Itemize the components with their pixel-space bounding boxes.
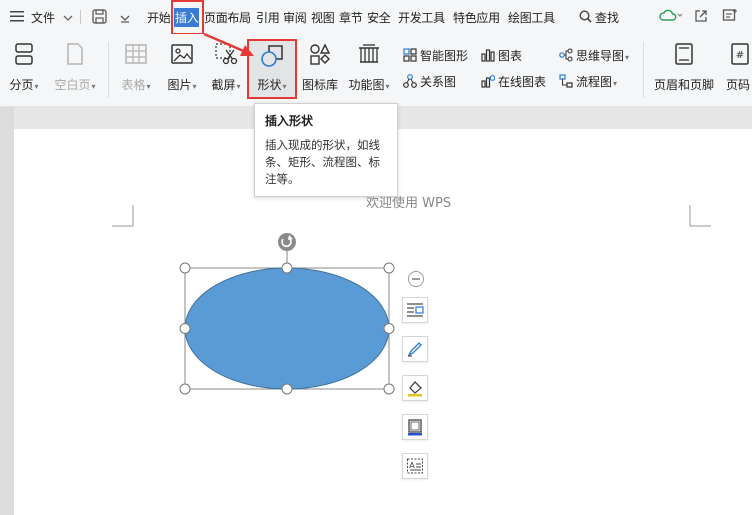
picture-icon (171, 44, 193, 64)
header-footer-icon (675, 43, 693, 65)
relation-chart-button[interactable]: 关系图 (403, 73, 456, 91)
blank-page-button[interactable]: 空白页▾ (50, 34, 100, 106)
ribbon-toolbar: 分页▾ 空白页▾ 表格▾ 图片▾ 截屏▾ 形状▾ 图标库 功能图▾ 智能图形 关… (0, 34, 752, 107)
text-wrap-icon (407, 303, 424, 317)
quick-access-dropdown-icon[interactable] (120, 12, 130, 26)
blank-page-label: 空白页 (54, 78, 91, 92)
header-footer-button[interactable]: 页眉和页脚 (651, 34, 717, 106)
online-chart-button[interactable]: 在线图表 (481, 73, 546, 91)
save-icon[interactable] (92, 9, 107, 27)
screenshot-label: 截屏 (211, 78, 236, 92)
collapse-minus-icon[interactable] (407, 270, 425, 288)
pointer-arrow-icon (203, 32, 254, 56)
shape-tooltip: 插入形状 插入现成的形状，如线条、矩形、流程图、标注等。 (254, 103, 398, 197)
page-break-label: 分页 (9, 78, 34, 92)
share-icon[interactable] (694, 9, 708, 26)
text-wrap-tool[interactable] (402, 297, 428, 323)
page-number-icon: # (731, 43, 749, 65)
bar-chart-icon (481, 49, 495, 62)
picture-button[interactable]: 图片▾ (162, 34, 202, 106)
function-chart-label: 功能图 (348, 78, 385, 92)
pen-icon (407, 342, 422, 357)
relation-chart-label: 关系图 (420, 75, 457, 89)
online-chart-icon (481, 75, 495, 88)
tab-sections[interactable]: 章节 (339, 9, 363, 26)
ribbon-divider (108, 42, 109, 98)
tab-page-layout[interactable]: 页面布局 (204, 9, 251, 26)
tab-security[interactable]: 安全 (367, 9, 391, 26)
border-frame-icon (408, 419, 422, 436)
icon-library-label: 图标库 (301, 78, 338, 92)
mind-map-icon (559, 48, 573, 62)
cloud-sync-icon[interactable] (659, 9, 683, 26)
tab-developer-tools[interactable]: 开发工具 (398, 9, 445, 26)
left-margin-bar (0, 107, 14, 515)
picture-label: 图片 (167, 78, 192, 92)
page-number-label: 页码 (726, 78, 751, 92)
chevron-down-icon[interactable] (63, 11, 73, 25)
function-chart-icon (359, 44, 379, 63)
flowchart-label: 流程图 (576, 75, 613, 89)
tooltip-title: 插入形状 (265, 114, 314, 128)
tab-review[interactable]: 审阅 (283, 9, 307, 26)
page-corner-mark (689, 205, 711, 227)
relation-chart-icon (403, 74, 417, 88)
border-style-tool[interactable] (402, 414, 428, 440)
page-break-icon (15, 43, 33, 65)
smart-graphic-label: 智能图形 (420, 49, 469, 63)
svg-text:A: A (409, 461, 415, 470)
outline-pen-tool[interactable] (402, 336, 428, 362)
file-menu[interactable]: 文件 (31, 9, 55, 26)
search-label[interactable]: 查找 (595, 9, 619, 26)
flowchart-icon (559, 74, 573, 88)
smart-graphic-button[interactable]: 智能图形 (403, 47, 468, 65)
fill-bucket-icon (408, 381, 422, 397)
tab-drawing-tools[interactable]: 绘图工具 (508, 9, 555, 26)
tab-view[interactable]: 视图 (311, 9, 335, 26)
table-label: 表格 (121, 78, 146, 92)
tab-special-apps[interactable]: 特色应用 (453, 9, 500, 26)
tooltip-body: 插入现成的形状，如线条、矩形、流程图、标注等。 (265, 138, 380, 186)
table-icon (125, 44, 147, 64)
flowchart-button[interactable]: 流程图▾ (559, 73, 617, 91)
comment-icon[interactable] (722, 8, 738, 27)
mind-map-label: 思维导图 (576, 49, 625, 63)
ribbon-divider (643, 42, 644, 98)
svg-text:#: # (736, 50, 744, 61)
menu-bar: 文件 开始 插入 页面布局 引用 审阅 视图 章节 安全 开发工具 特色应用 绘… (0, 0, 752, 34)
search-icon[interactable] (579, 10, 592, 26)
fill-bucket-tool[interactable] (402, 375, 428, 401)
icon-library-icon (310, 43, 331, 65)
hamburger-menu-icon[interactable] (10, 10, 24, 25)
chart-label: 图表 (498, 49, 523, 63)
page-break-button[interactable]: 分页▾ (4, 34, 44, 106)
mind-map-button[interactable]: 思维导图▾ (559, 47, 629, 65)
online-chart-label: 在线图表 (498, 75, 547, 89)
smart-graphic-icon (403, 48, 417, 62)
ellipse-shape[interactable] (175, 228, 400, 403)
blank-page-icon (67, 43, 83, 65)
table-button[interactable]: 表格▾ (116, 34, 156, 106)
tab-references[interactable]: 引用 (256, 9, 280, 26)
tab-home[interactable]: 开始 (147, 9, 171, 26)
text-box-icon: A (407, 458, 423, 474)
chart-button[interactable]: 图表 (481, 47, 522, 65)
function-chart-button[interactable]: 功能图▾ (344, 34, 394, 106)
text-box-tool[interactable]: A (402, 453, 428, 479)
rotate-handle[interactable] (278, 233, 296, 251)
page-number-button[interactable]: # 页码 (720, 34, 752, 106)
icon-library-button[interactable]: 图标库 (299, 34, 341, 106)
page-corner-mark (112, 205, 134, 227)
menu-divider (80, 10, 81, 24)
header-footer-label: 页眉和页脚 (653, 78, 714, 92)
